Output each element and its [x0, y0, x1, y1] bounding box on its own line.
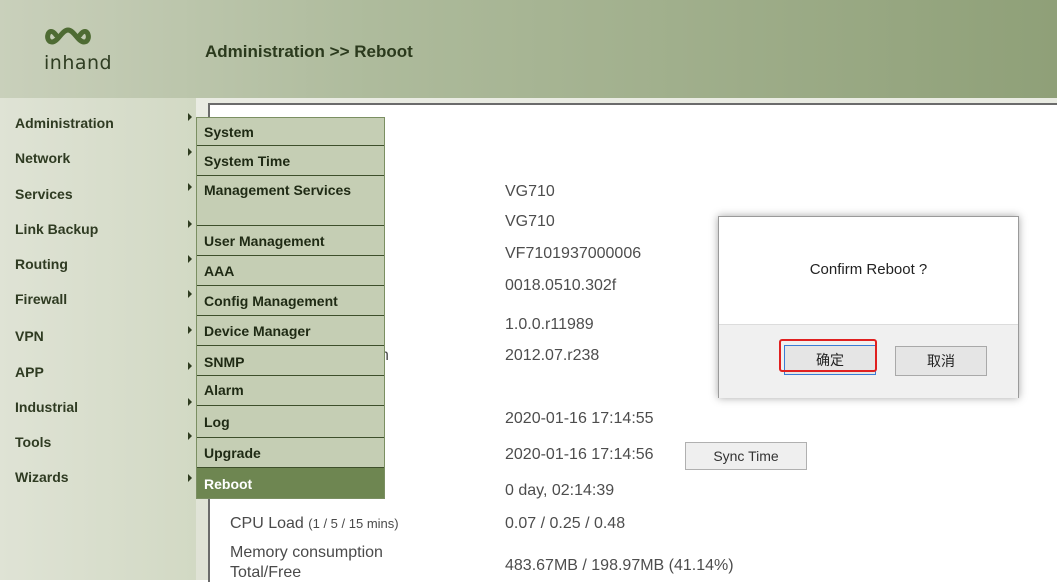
expand-arrow-icon — [188, 398, 192, 406]
submenu-item-device-manager[interactable]: Device Manager — [197, 316, 384, 346]
cpu-load-sublabel: (1 / 5 / 15 mins) — [308, 516, 399, 531]
serial-number-value: VF7101937000006 — [505, 245, 642, 262]
expand-arrow-icon — [188, 113, 192, 121]
submenu-item-log[interactable]: Log — [197, 406, 384, 438]
submenu-item-system-time[interactable]: System Time — [197, 146, 384, 176]
sync-time-button[interactable]: Sync Time — [685, 442, 807, 470]
expand-arrow-icon — [188, 220, 192, 228]
sidebar-item-routing[interactable]: Routing — [15, 256, 68, 272]
expand-arrow-icon — [188, 474, 192, 482]
submenu-item-reboot[interactable]: Reboot — [197, 468, 384, 498]
device-model-value: VG710 — [505, 183, 555, 200]
sidebar-item-vpn[interactable]: VPN — [15, 328, 44, 344]
logo-text: inhand — [44, 52, 113, 74]
firmware-version-value: 1.0.0.r11989 — [505, 316, 594, 333]
breadcrumb: Administration >> Reboot — [205, 42, 413, 61]
sidebar-item-network[interactable]: Network — [15, 150, 70, 166]
submenu-item-aaa[interactable]: AAA — [197, 256, 384, 286]
expand-arrow-icon — [188, 326, 192, 334]
expand-arrow-icon — [188, 290, 192, 298]
router-time-value: 2020-01-16 17:14:55 — [505, 410, 654, 427]
sidebar-item-services[interactable]: Services — [15, 186, 73, 202]
inhand-logo: inhand — [44, 22, 124, 82]
submenu-item-system[interactable]: System — [197, 118, 384, 146]
submenu-item-management-services[interactable]: Management Services — [197, 176, 384, 226]
cpu-load-label-text: CPU Load — [230, 515, 304, 532]
sidebar-item-app[interactable]: APP — [15, 364, 44, 380]
memory-label-line2: Total/Free — [230, 564, 302, 581]
cancel-button[interactable]: 取消 — [895, 346, 987, 376]
sidebar-item-industrial[interactable]: Industrial — [15, 399, 78, 415]
expand-arrow-icon — [188, 148, 192, 156]
header-bar: inhand Administration >> Reboot — [0, 0, 1057, 98]
sidebar-item-link-backup[interactable]: Link Backup — [15, 221, 98, 237]
expand-arrow-icon — [188, 255, 192, 263]
submenu-item-upgrade[interactable]: Upgrade — [197, 438, 384, 468]
dialog-message: Confirm Reboot ? — [809, 261, 928, 278]
submenu-item-config-management[interactable]: Config Management — [197, 286, 384, 316]
administration-submenu: System System Time Management Services U… — [196, 117, 385, 499]
cpu-load-value: 0.07 / 0.25 / 0.48 — [505, 515, 626, 532]
sidebar-item-administration[interactable]: Administration — [15, 115, 114, 131]
cpu-load-label: CPU Load (1 / 5 / 15 mins) — [230, 515, 399, 533]
submenu-item-snmp[interactable]: SNMP — [197, 346, 384, 376]
memory-value: 483.67MB / 198.97MB (41.14%) — [505, 557, 734, 574]
submenu-item-alarm[interactable]: Alarm — [197, 376, 384, 406]
sidebar-item-firewall[interactable]: Firewall — [15, 291, 67, 307]
mac-address-value: 0018.0510.302f — [505, 277, 617, 294]
product-model-value: VG710 — [505, 213, 555, 230]
logo-mark-icon — [45, 27, 91, 45]
memory-label-line1: Memory consumption — [230, 544, 383, 561]
expand-arrow-icon — [188, 183, 192, 191]
sidebar-item-tools[interactable]: Tools — [15, 434, 51, 450]
submenu-item-user-management[interactable]: User Management — [197, 226, 384, 256]
uptime-value: 0 day, 02:14:39 — [505, 482, 615, 499]
sidebar-item-wizards[interactable]: Wizards — [15, 469, 69, 485]
bootloader-version-value: 2012.07.r238 — [505, 347, 600, 364]
expand-arrow-icon — [188, 362, 192, 370]
pc-time-value: 2020-01-16 17:14:56 — [505, 446, 654, 463]
highlight-box — [779, 339, 877, 372]
expand-arrow-icon — [188, 432, 192, 440]
